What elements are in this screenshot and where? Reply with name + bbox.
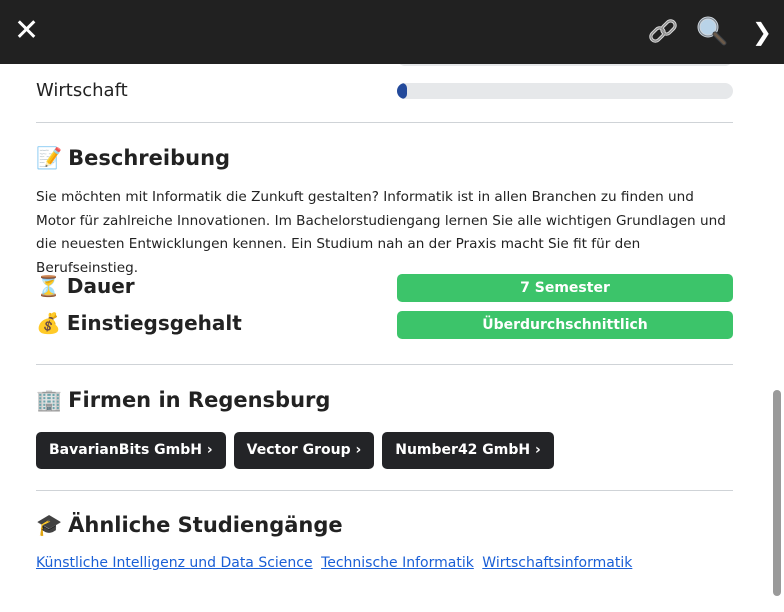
interest-bar-fill	[397, 83, 407, 99]
similar-links: Künstliche Intelligenz und Data Science …	[36, 555, 636, 571]
similar-link-technische-informatik[interactable]: Technische Informatik	[321, 555, 474, 571]
chevron-right-icon[interactable]: ❯	[752, 18, 772, 46]
firm-button-vector-group[interactable]: Vector Group ›	[233, 432, 375, 469]
interest-label: Wirtschaft	[36, 80, 128, 101]
similar-title: Ähnliche Studiengänge	[68, 513, 343, 537]
interest-bar	[397, 83, 733, 99]
interest-row-wirtschaft: Wirtschaft	[36, 78, 733, 104]
search-icon[interactable]	[694, 14, 728, 48]
graduation-cap-icon: 🎓	[36, 513, 63, 537]
close-icon[interactable]: ✕	[14, 16, 42, 46]
description-text: Sie möchten mit Informatik die Zunkuft g…	[36, 189, 726, 276]
salary-row: 💰 Einstiegsgehalt Überdurchschnittlich	[36, 311, 733, 341]
salary-badge: Überdurchschnittlich	[397, 311, 733, 339]
duration-label-wrap: ⏳ Dauer	[36, 274, 135, 298]
memo-icon: 📝	[36, 146, 63, 170]
link-icon[interactable]	[646, 14, 680, 48]
money-bag-icon: 💰	[36, 311, 61, 335]
firms-heading: 🏢 Firmen in Regensburg	[36, 388, 330, 413]
salary-label-wrap: 💰 Einstiegsgehalt	[36, 311, 242, 335]
firms-title: Firmen in Regensburg	[68, 388, 331, 412]
scrollbar-thumb[interactable]	[773, 390, 781, 596]
divider	[36, 490, 733, 491]
top-toolbar: ✕ ❯	[0, 0, 784, 64]
firms-list: BavarianBits GmbH › Vector Group › Numbe…	[36, 432, 554, 470]
description-heading: 📝 Beschreibung	[36, 146, 230, 171]
duration-badge: 7 Semester	[397, 274, 733, 302]
divider	[36, 364, 733, 365]
similar-heading: 🎓 Ähnliche Studiengänge	[36, 513, 343, 538]
firm-button-bavarianbits[interactable]: BavarianBits GmbH ›	[36, 432, 226, 469]
similar-link-ki-data-science[interactable]: Künstliche Intelligenz und Data Science	[36, 555, 313, 571]
hourglass-icon: ⏳	[36, 274, 61, 298]
description-title: Beschreibung	[68, 146, 231, 170]
duration-row: ⏳ Dauer 7 Semester	[36, 274, 733, 304]
salary-label: Einstiegsgehalt	[66, 311, 242, 335]
content-area: Umwelttechnik Wirtschaft 📝Beschreibung S…	[36, 0, 733, 612]
firm-button-number42[interactable]: Number42 GmbH ›	[382, 432, 554, 469]
office-building-icon: 🏢	[36, 388, 63, 412]
divider	[36, 122, 733, 123]
duration-label: Dauer	[66, 274, 135, 298]
similar-link-wirtschaftsinformatik[interactable]: Wirtschaftsinformatik	[482, 555, 632, 571]
